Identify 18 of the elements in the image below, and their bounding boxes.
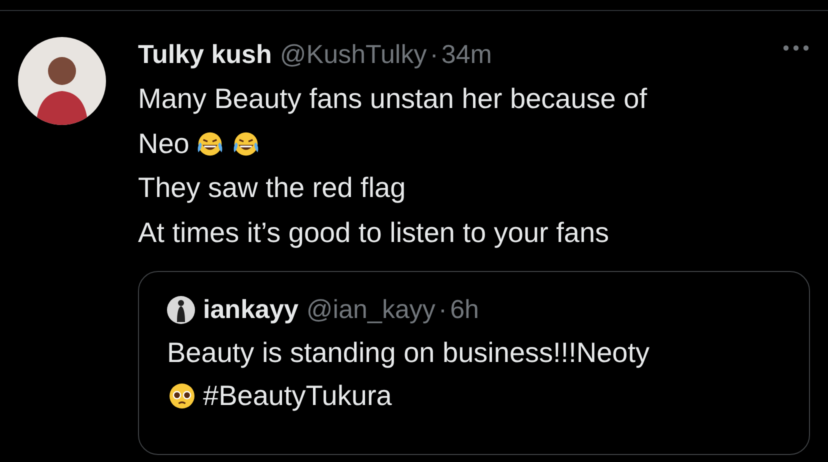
quoted-post[interactable]: iankayy @ian_kayy·6h Beauty is standing on business!!!Neoty #BeautyTukura <box>138 271 810 455</box>
user-name[interactable]: Tulky kush <box>138 38 272 70</box>
user-handle[interactable]: @KushTulky <box>280 38 427 70</box>
post-time[interactable]: 34m <box>441 38 492 70</box>
user-name[interactable]: iankayy <box>203 294 298 325</box>
quoted-text: Beauty is standing on business!!!Neoty <box>167 336 650 370</box>
post-text: Many Beauty fans unstan her because of <box>138 82 647 116</box>
user-handle[interactable]: @ian_kayy <box>306 294 436 325</box>
post-text: At times it’s good to listen to your fans <box>138 216 610 250</box>
separator-dot: · <box>438 294 448 325</box>
pleading-face-icon <box>167 380 197 410</box>
quoted-text: #BeautyTukura <box>203 379 392 413</box>
post-text: Neo <box>138 126 190 160</box>
more-options-icon[interactable] <box>782 44 810 52</box>
post-text: They saw the red flag <box>138 171 406 205</box>
separator-dot: · <box>430 38 438 70</box>
avatar[interactable] <box>167 296 195 324</box>
post-time[interactable]: 6h <box>450 294 480 325</box>
